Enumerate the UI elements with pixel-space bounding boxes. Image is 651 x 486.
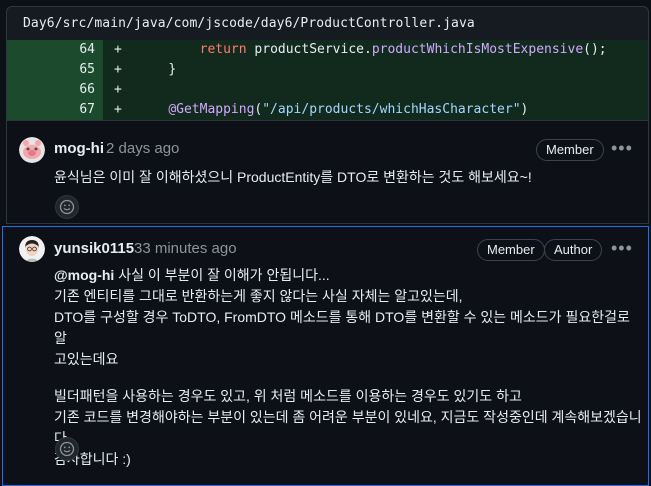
line-number[interactable]: 65	[7, 60, 103, 80]
line-number[interactable]: 64	[7, 40, 103, 60]
file-path[interactable]: Day6/src/main/java/com/jscode/day6/Produ…	[23, 16, 475, 31]
review-comment: yunsik0115 33 minutes ago Member Author …	[2, 226, 649, 486]
add-reaction-button[interactable]	[55, 195, 79, 219]
comment-author[interactable]: mog-hi	[54, 140, 104, 157]
diff-row: 64 + return productService.productWhichI…	[7, 40, 648, 60]
code-line: @GetMapping("/api/products/whichHasChara…	[168, 102, 529, 117]
comment-timestamp[interactable]: 2 days ago	[106, 140, 179, 157]
line-number[interactable]: 67	[7, 100, 103, 120]
avatar[interactable]	[19, 236, 45, 262]
diff-row: 67 + @GetMapping("/api/products/whichHas…	[7, 100, 648, 120]
diff-sign: +	[114, 102, 122, 117]
comment-timestamp[interactable]: 33 minutes ago	[134, 240, 237, 257]
author-badge: Author	[544, 239, 603, 261]
code-line: return productService.productWhichIsMost…	[199, 42, 607, 57]
diff-row: 66 +	[7, 80, 648, 100]
diff-sign: +	[114, 82, 122, 97]
comment-author[interactable]: yunsik0115	[54, 240, 134, 257]
diff-sign: +	[114, 62, 122, 77]
kebab-horizontal-icon[interactable]: •••	[611, 239, 633, 257]
review-comment: mog-hi 2 days ago Member ••• 윤식님은 이미 잘 이…	[6, 120, 649, 224]
smiley-icon	[59, 199, 75, 215]
member-badge: Member	[536, 139, 604, 161]
file-header: Day6/src/main/java/com/jscode/day6/Produ…	[6, 6, 649, 40]
avatar[interactable]	[19, 137, 45, 163]
comment-body: 윤식님은 이미 잘 이해하셨으니 ProductEntity를 DTO로 변환하…	[54, 169, 532, 185]
member-badge: Member	[477, 239, 545, 261]
diff-row: 65 + }	[7, 60, 648, 80]
code-line: }	[168, 62, 177, 77]
add-reaction-button[interactable]	[55, 437, 79, 461]
diff-sign: +	[114, 42, 122, 57]
user-mention[interactable]: @mog-hi	[54, 267, 114, 283]
kebab-horizontal-icon[interactable]: •••	[611, 139, 633, 157]
smiley-icon	[59, 441, 75, 457]
diff-hunk: 64 + return productService.productWhichI…	[6, 40, 649, 120]
line-number[interactable]: 66	[7, 80, 103, 100]
comment-body: @mog-hi 사실 이 부분이 잘 이해가 안됩니다... 기존 엔티티를 그…	[54, 267, 642, 467]
